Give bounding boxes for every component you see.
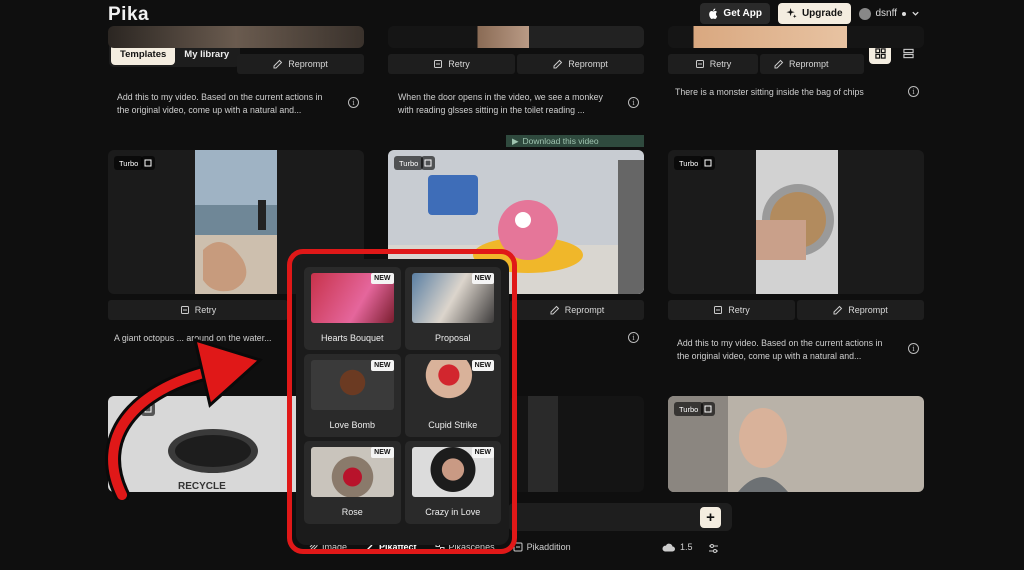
pika-logo[interactable]: Pika	[108, 4, 149, 26]
reprompt-label: Reprompt	[789, 59, 829, 69]
prompt-text: Add this to my video. Based on the curre…	[117, 92, 323, 115]
prompt-text: Add this to my video. Based on the curre…	[677, 338, 883, 361]
add-button[interactable]: +	[700, 507, 721, 528]
retry-icon	[714, 306, 723, 314]
card-actions: Retry	[108, 300, 288, 320]
apple-icon	[709, 8, 718, 19]
edit-icon	[553, 59, 563, 69]
info-icon[interactable]: i	[628, 97, 639, 108]
download-overlay[interactable]: ▶ Download this video	[506, 135, 644, 147]
notification-dot	[902, 11, 906, 16]
edit-icon	[833, 305, 843, 315]
input-icon	[421, 156, 435, 170]
settings-button[interactable]	[708, 543, 719, 554]
retry-label: Retry	[194, 305, 217, 315]
edit-icon	[774, 59, 784, 69]
video-thumbnail[interactable]	[510, 396, 644, 492]
reprompt-label: Reprompt	[848, 305, 888, 315]
mode-label: Pikaddition	[526, 542, 571, 552]
model-selector[interactable]: 1.5	[662, 542, 693, 552]
topbar-actions: Get App Upgrade dsnff	[700, 3, 920, 24]
card-actions: Retry Reprompt	[668, 54, 864, 74]
reprompt-button[interactable]: Reprompt	[797, 300, 924, 320]
retry-icon	[434, 60, 443, 68]
card-actions: Reprompt	[108, 54, 364, 74]
upgrade-label: Upgrade	[801, 8, 843, 19]
retry-icon	[695, 60, 704, 68]
play-icon: ▶	[512, 135, 519, 146]
mode-pikaddition[interactable]: Pikaddition	[513, 542, 571, 552]
retry-label: Retry	[448, 59, 470, 69]
list-icon	[902, 48, 914, 58]
reprompt-label: Reprompt	[568, 59, 608, 69]
red-arrow-annotation	[105, 337, 263, 500]
prompt-input[interactable]	[508, 503, 732, 531]
turbo-badge: Turbo	[674, 156, 704, 170]
edit-icon	[550, 305, 559, 315]
username: dsnff	[875, 8, 898, 19]
red-highlight-outline	[287, 249, 517, 554]
sliders-icon	[709, 544, 718, 553]
reprompt-button[interactable]: Reprompt	[510, 300, 644, 320]
sparkle-icon	[786, 8, 797, 19]
reprompt-button[interactable]: Reprompt	[760, 54, 864, 74]
video-thumbnail[interactable]	[388, 26, 644, 48]
get-app-button[interactable]: Get App	[700, 3, 770, 24]
turbo-badge: Turbo	[394, 156, 424, 170]
prompt-text: When the door opens in the video, we see…	[398, 92, 603, 115]
download-label: Download this video	[522, 136, 599, 146]
retry-button[interactable]: Retry	[668, 300, 795, 320]
card-actions: Retry Reprompt	[668, 300, 924, 320]
turbo-badge: Turbo	[674, 402, 704, 416]
video-thumbnail[interactable]	[668, 26, 924, 48]
card-actions: Retry Reprompt	[388, 54, 644, 74]
reprompt-label: Reprompt	[288, 59, 328, 69]
edit-icon	[273, 59, 283, 69]
video-thumbnail[interactable]: Turbo	[668, 396, 924, 492]
user-menu[interactable]: dsnff	[858, 7, 921, 20]
video-thumbnail[interactable]	[108, 26, 364, 48]
info-icon[interactable]: i	[628, 332, 639, 343]
input-icon	[701, 402, 715, 416]
avatar	[858, 7, 871, 20]
info-icon[interactable]: i	[908, 343, 919, 354]
cloud-icon	[662, 543, 675, 551]
upgrade-button[interactable]: Upgrade	[777, 3, 851, 24]
prompt-text: There is a monster sitting inside the ba…	[675, 87, 864, 97]
grid-icon	[874, 47, 886, 59]
reprompt-button[interactable]: Reprompt	[517, 54, 644, 74]
input-icon	[701, 156, 715, 170]
retry-button[interactable]: Retry	[668, 54, 758, 74]
retry-label: Retry	[728, 305, 750, 315]
washer-scene-image	[756, 150, 838, 294]
video-thumbnail[interactable]: Turbo	[668, 150, 924, 294]
get-app-label: Get App	[723, 8, 762, 19]
model-version: 1.5	[680, 542, 693, 552]
chevron-down-icon	[912, 11, 919, 16]
retry-button[interactable]: Retry	[388, 54, 515, 74]
info-icon[interactable]: i	[908, 86, 919, 97]
reprompt-button[interactable]: Reprompt	[237, 54, 364, 74]
retry-icon	[180, 306, 189, 314]
reprompt-label: Reprompt	[564, 305, 605, 315]
input-icon	[141, 156, 155, 170]
info-icon[interactable]: i	[348, 97, 359, 108]
retry-button[interactable]: Retry	[108, 300, 288, 320]
retry-label: Retry	[709, 59, 732, 69]
turbo-badge: Turbo	[114, 156, 144, 170]
card-actions: Reprompt	[510, 300, 644, 320]
